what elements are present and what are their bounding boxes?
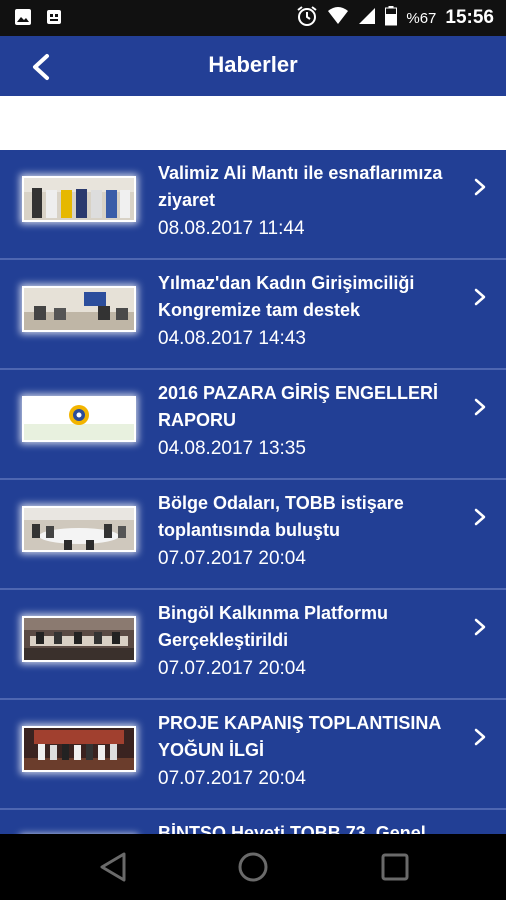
news-thumbnail bbox=[22, 726, 136, 772]
news-text: 2016 PAZARA GİRİŞ ENGELLERİ RAPORU 04.08.… bbox=[158, 380, 458, 463]
news-title: PROJE KAPANIŞ TOPLANTISINA YOĞUN İLGİ bbox=[158, 713, 441, 760]
news-date: 07.07.2017 20:04 bbox=[158, 768, 306, 789]
news-item[interactable]: Bölge Odaları, TOBB istişare toplantısın… bbox=[0, 480, 506, 590]
news-item[interactable]: Bingöl Kalkınma Platformu Gerçekleştiril… bbox=[0, 590, 506, 700]
news-thumbnail bbox=[22, 286, 136, 332]
news-item[interactable]: Valimiz Ali Mantı ile esnaflarımıza ziya… bbox=[0, 150, 506, 260]
news-date: 07.07.2017 20:04 bbox=[158, 658, 306, 679]
battery-percent: %67 bbox=[406, 9, 437, 27]
news-thumbnail bbox=[22, 176, 136, 222]
notification-app-icon bbox=[46, 8, 62, 31]
news-item[interactable]: 2016 PAZARA GİRİŞ ENGELLERİ RAPORU 04.08.… bbox=[0, 370, 506, 480]
news-date: 08.08.2017 11:44 bbox=[158, 218, 305, 239]
news-date: 04.08.2017 13:35 bbox=[158, 438, 306, 459]
news-text: Bingöl Kalkınma Platformu Gerçekleştiril… bbox=[158, 600, 458, 683]
news-title: Valimiz Ali Mantı ile esnaflarımıza ziya… bbox=[158, 163, 443, 210]
news-title: 2016 PAZARA GİRİŞ ENGELLERİ RAPORU bbox=[158, 383, 439, 430]
news-item[interactable]: PROJE KAPANIŞ TOPLANTISINA YOĞUN İLGİ 07.… bbox=[0, 700, 506, 810]
news-date: 04.08.2017 14:43 bbox=[158, 328, 306, 349]
news-title: Bölge Odaları, TOBB istişare toplantısın… bbox=[158, 493, 404, 540]
news-item[interactable]: BİNTSO Heyeti TOBB 73. Genel bbox=[0, 810, 506, 834]
news-text: Bölge Odaları, TOBB istişare toplantısın… bbox=[158, 490, 458, 573]
image-icon bbox=[14, 8, 32, 31]
news-text: Valimiz Ali Mantı ile esnaflarımıza ziya… bbox=[158, 160, 458, 243]
news-text: PROJE KAPANIŞ TOPLANTISINA YOĞUN İLGİ 07.… bbox=[158, 710, 458, 793]
news-title: Yılmaz'dan Kadın Girişimciliği Kongremiz… bbox=[158, 273, 415, 320]
status-bar: %67 15:56 bbox=[0, 0, 506, 36]
chevron-right-icon[interactable] bbox=[470, 177, 490, 197]
news-thumbnail bbox=[22, 396, 136, 442]
chevron-right-icon[interactable] bbox=[470, 287, 490, 307]
clock: 15:56 bbox=[445, 7, 494, 28]
nav-back-icon[interactable] bbox=[96, 850, 130, 884]
chevron-right-icon[interactable] bbox=[470, 617, 490, 637]
chevron-right-icon[interactable] bbox=[470, 507, 490, 527]
wifi-icon bbox=[327, 6, 349, 31]
chevron-right-icon[interactable] bbox=[470, 397, 490, 417]
news-text: Yılmaz'dan Kadın Girişimciliği Kongremiz… bbox=[158, 270, 458, 353]
news-list: Valimiz Ali Mantı ile esnaflarımıza ziya… bbox=[0, 150, 506, 834]
news-thumbnail bbox=[22, 616, 136, 662]
news-date: 07.07.2017 20:04 bbox=[158, 548, 306, 569]
chevron-right-icon[interactable] bbox=[470, 727, 490, 747]
news-title: BİNTSO Heyeti TOBB 73. Genel bbox=[158, 823, 426, 834]
page-title: Haberler bbox=[208, 52, 298, 77]
news-text: BİNTSO Heyeti TOBB 73. Genel bbox=[158, 820, 458, 834]
news-title: Bingöl Kalkınma Platformu Gerçekleştiril… bbox=[158, 603, 389, 650]
signal-icon bbox=[358, 7, 376, 30]
search-bar[interactable] bbox=[0, 96, 506, 150]
nav-home-icon[interactable] bbox=[236, 850, 270, 884]
nav-recents-icon[interactable] bbox=[378, 850, 412, 884]
news-item[interactable]: Yılmaz'dan Kadın Girişimciliği Kongremiz… bbox=[0, 260, 506, 370]
alarm-icon bbox=[296, 5, 318, 32]
navigation-bar bbox=[0, 834, 506, 900]
app-bar: Haberler bbox=[0, 36, 506, 96]
battery-icon bbox=[385, 5, 398, 31]
news-thumbnail bbox=[22, 506, 136, 552]
